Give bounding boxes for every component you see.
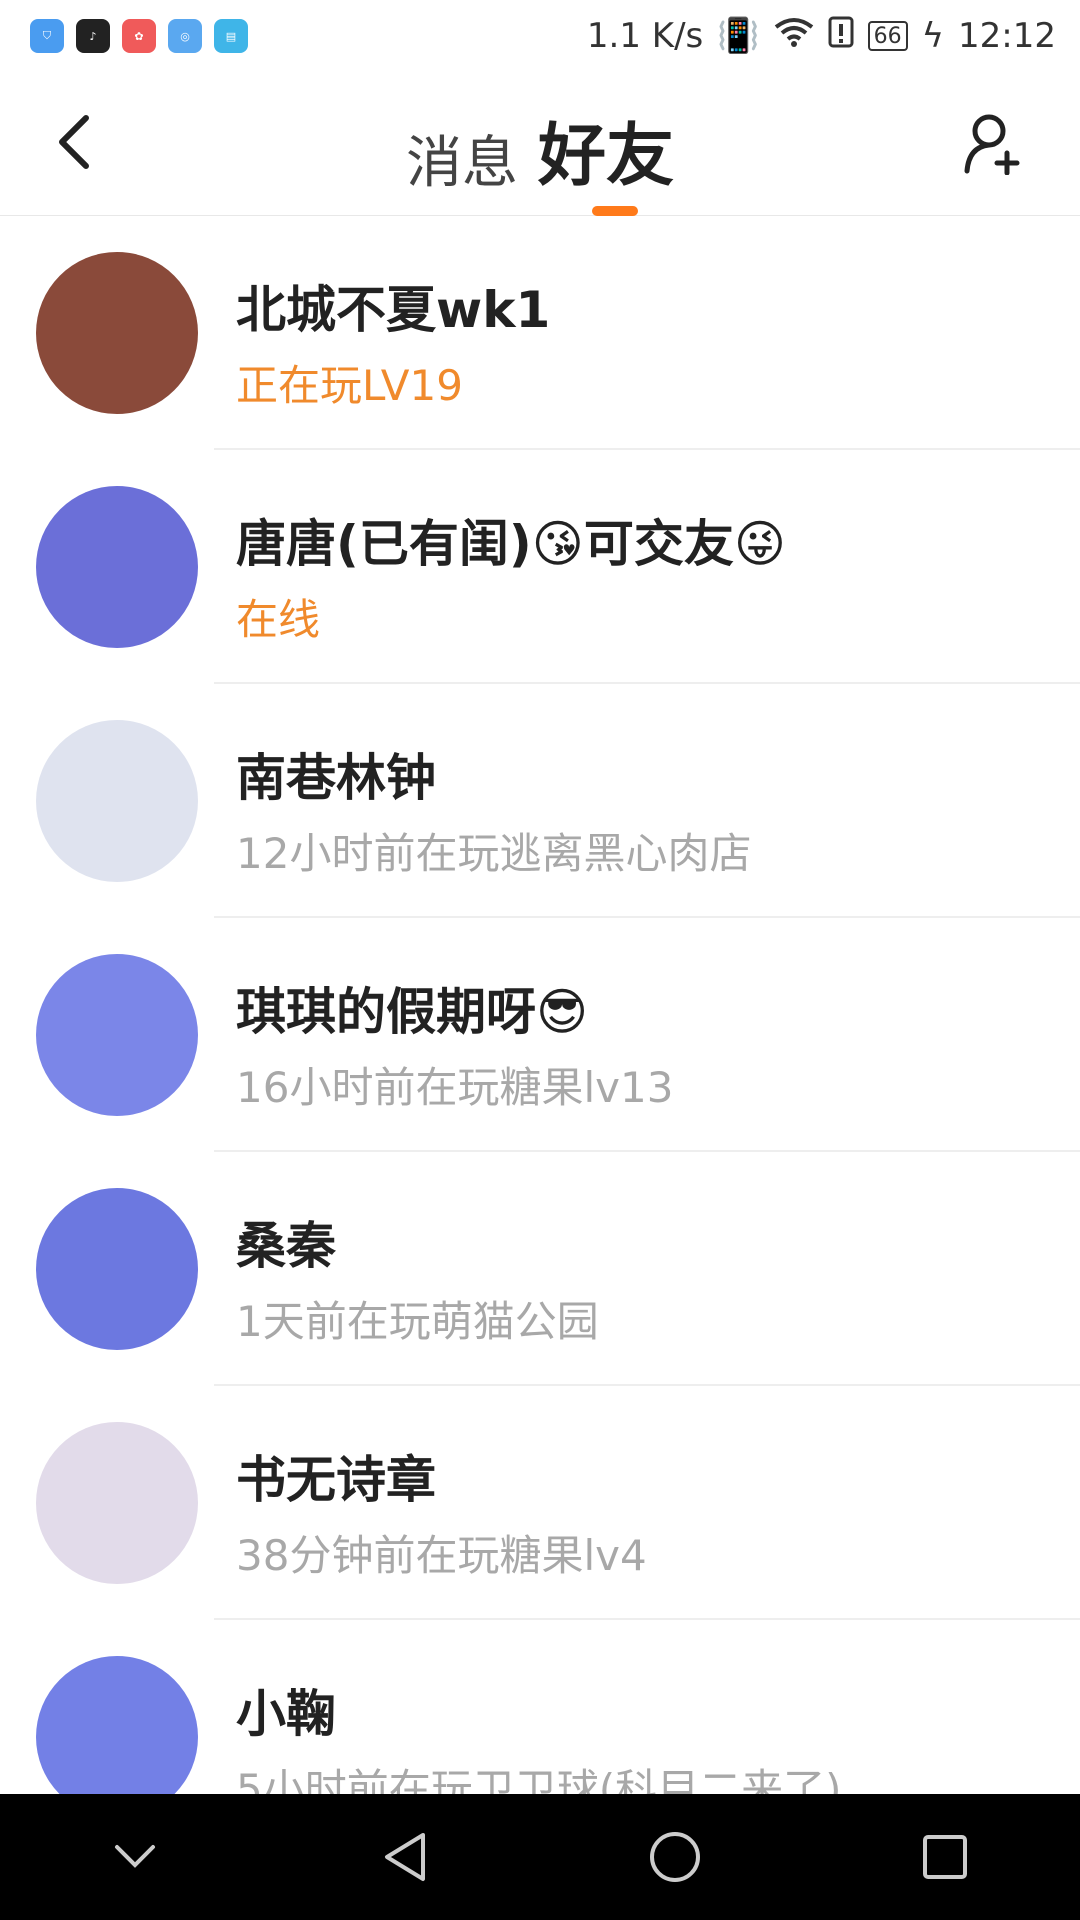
friend-status: 1天前在玩萌猫公园 xyxy=(236,1297,599,1346)
nav-back-button[interactable] xyxy=(360,1812,450,1902)
friend-status: 16小时前在玩糖果lv13 xyxy=(236,1063,674,1112)
huawei-app-icon: ✿ xyxy=(122,19,156,53)
avatar xyxy=(36,720,198,882)
add-friend-button[interactable] xyxy=(960,108,1030,178)
status-app-icons: ⛉ ♪ ✿ ◎ ▤ xyxy=(30,19,248,53)
friends-list: 北城不夏wk1 正在玩LV19 唐唐(已有闺)😘可交友😜 在线 南巷林钟 12小… xyxy=(0,216,1080,1794)
triangle-back-icon xyxy=(385,1833,425,1881)
friend-name: 南巷林钟 xyxy=(236,749,436,807)
sim-alert-icon xyxy=(828,16,854,57)
clock: 12:12 xyxy=(958,16,1056,56)
nav-collapse-button[interactable] xyxy=(90,1812,180,1902)
vibrate-icon: 📳 xyxy=(717,16,760,56)
add-user-icon xyxy=(964,114,1020,175)
tiktok-app-icon: ♪ xyxy=(76,19,110,53)
friend-name: 琪琪的假期呀😎 xyxy=(236,983,589,1041)
friend-row[interactable]: 书无诗章 38分钟前在玩糖果lv4 xyxy=(0,1386,1080,1620)
wifi-icon xyxy=(774,16,814,56)
avatar xyxy=(36,1656,198,1794)
chevron-down-icon xyxy=(115,1845,155,1868)
system-nav-bar xyxy=(0,1794,1080,1920)
friend-row[interactable]: 桑秦 1天前在玩萌猫公园 xyxy=(0,1152,1080,1386)
avatar xyxy=(36,486,198,648)
friend-name: 唐唐(已有闺)😘可交友😜 xyxy=(236,515,786,573)
friend-name: 书无诗章 xyxy=(236,1451,436,1509)
tab-bar: 消息 好友 xyxy=(0,100,1080,199)
friend-name: 小鞠 xyxy=(236,1685,336,1743)
friend-status: 在线 xyxy=(236,595,321,644)
tab-messages[interactable]: 消息 xyxy=(406,118,518,199)
browser-app-icon: ◎ xyxy=(168,19,202,53)
charging-icon: ϟ xyxy=(921,16,945,56)
friend-status: 12小时前在玩逃离黑心肉店 xyxy=(236,829,752,878)
avatar xyxy=(36,1188,198,1350)
friend-status: 38分钟前在玩糖果lv4 xyxy=(236,1531,647,1580)
square-recents-icon xyxy=(923,1835,967,1879)
friend-row[interactable]: 唐唐(已有闺)😘可交友😜 在线 xyxy=(0,450,1080,684)
friend-status: 正在玩LV19 xyxy=(236,361,463,410)
battery-indicator: 66 xyxy=(867,21,908,51)
circle-home-icon xyxy=(650,1832,700,1882)
avatar xyxy=(36,252,198,414)
active-tab-indicator xyxy=(592,206,638,216)
friend-status: 5小时前在玩卫卫球(科目二来了) xyxy=(236,1765,842,1794)
friend-name: 北城不夏wk1 xyxy=(236,281,551,339)
status-bar: ⛉ ♪ ✿ ◎ ▤ 1.1 K/s 📳 66 ϟ 12:12 xyxy=(0,0,1080,72)
friend-row[interactable]: 琪琪的假期呀😎 16小时前在玩糖果lv13 xyxy=(0,918,1080,1152)
tab-friends[interactable]: 好友 xyxy=(538,100,674,199)
avatar xyxy=(36,954,198,1116)
nav-home-button[interactable] xyxy=(630,1812,720,1902)
header-bar: 消息 好友 xyxy=(0,72,1080,216)
friend-name: 桑秦 xyxy=(236,1217,336,1275)
friend-row[interactable]: 南巷林钟 12小时前在玩逃离黑心肉店 xyxy=(0,684,1080,918)
network-speed: 1.1 K/s xyxy=(586,16,704,56)
nav-recents-button[interactable] xyxy=(900,1812,990,1902)
book-app-icon: ▤ xyxy=(214,19,248,53)
shield-app-icon: ⛉ xyxy=(30,19,64,53)
avatar xyxy=(36,1422,198,1584)
friend-row[interactable]: 小鞠 5小时前在玩卫卫球(科目二来了) xyxy=(0,1620,1080,1794)
friend-row[interactable]: 北城不夏wk1 正在玩LV19 xyxy=(0,216,1080,450)
